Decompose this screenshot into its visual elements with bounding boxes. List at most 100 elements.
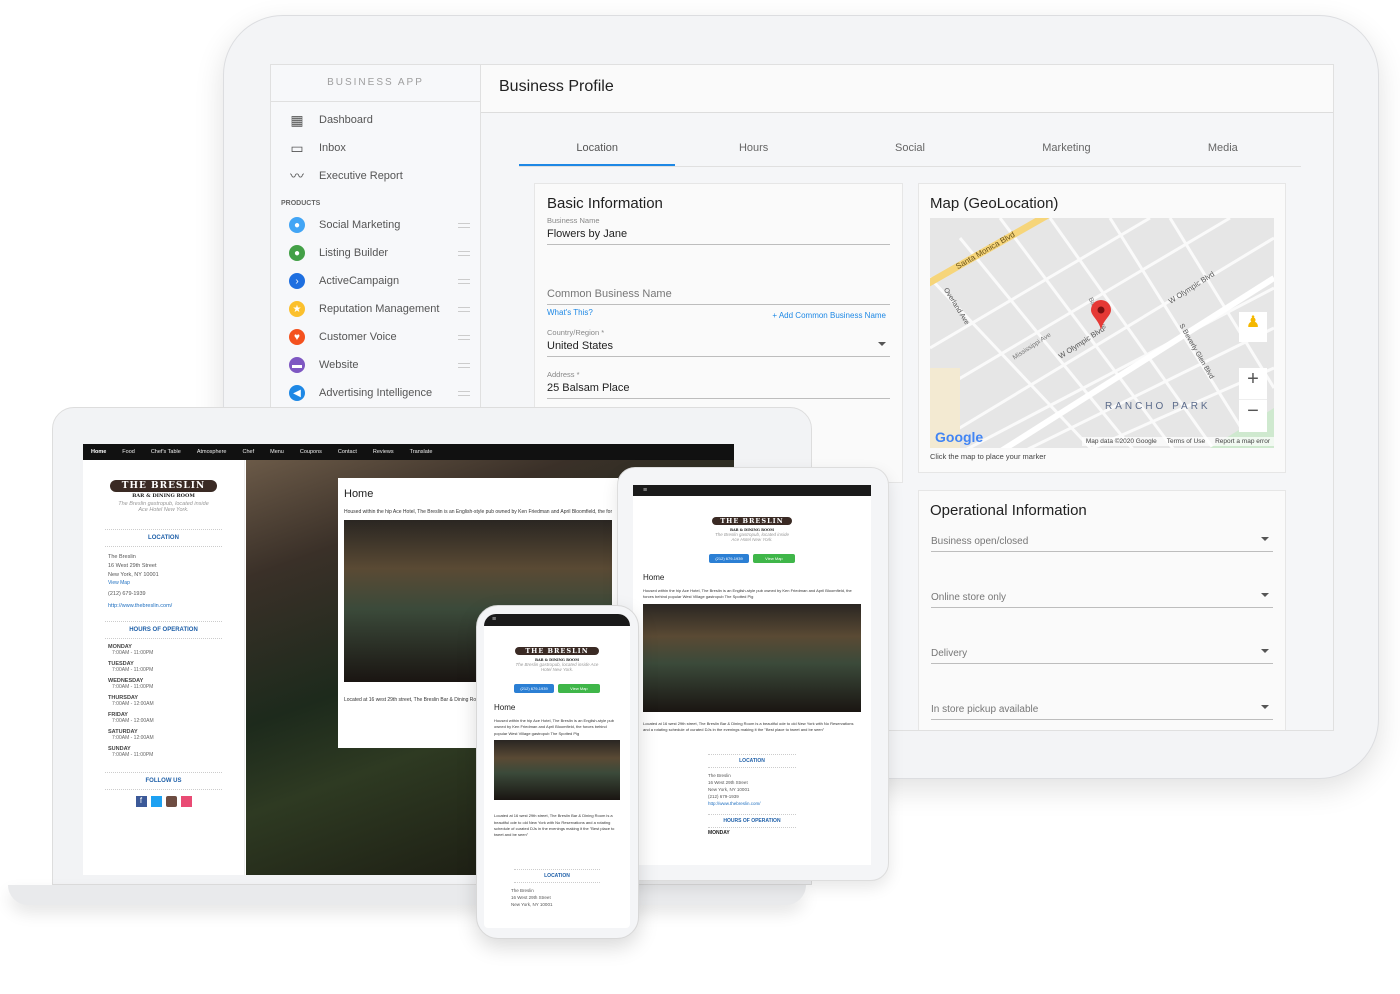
site-nav-item[interactable]: Food <box>114 449 143 455</box>
site-nav-item[interactable]: Menu <box>262 449 292 455</box>
business-name-field[interactable]: Business Name Flowers by Jane <box>547 216 890 245</box>
sidebar-item-social-marketing[interactable]: ● Social Marketing <box>271 211 480 239</box>
drag-handle-icon[interactable] <box>458 250 470 256</box>
sidebar-item-customer-voice[interactable]: ♥ Customer Voice <box>271 323 480 351</box>
view-map-button[interactable]: View Map <box>558 684 600 693</box>
sidebar-item-label: Social Marketing <box>319 219 401 231</box>
site-sidebar: THE BRESLIN BAR & DINING ROOM The Bresli… <box>83 460 245 875</box>
sidebar-item-advertising-intelligence[interactable]: ◀ Advertising Intelligence <box>271 379 480 407</box>
operational-select[interactable]: In store pickup available <box>931 701 1273 720</box>
website-link[interactable]: http://www.thebreslin.com/ <box>708 800 796 807</box>
trend-icon: 〰 <box>290 168 304 184</box>
street-view-pegman-icon[interactable]: ♟ <box>1239 312 1267 342</box>
operational-select[interactable]: Online store only <box>931 589 1273 608</box>
website-link[interactable]: http://www.thebreslin.com/ <box>108 602 219 611</box>
sidebar-item-label: Inbox <box>319 142 346 154</box>
field-label: Address * <box>547 370 580 379</box>
site-nav-item[interactable]: Translate <box>402 449 441 455</box>
whats-this-link[interactable]: What's This? <box>547 308 593 320</box>
site-nav-item[interactable]: Contact <box>330 449 365 455</box>
map[interactable]: Santa Monica Blvd W Olympic Blvd W Olymp… <box>930 218 1274 448</box>
drag-handle-icon[interactable] <box>458 390 470 396</box>
select-placeholder: In store pickup available <box>931 704 1039 715</box>
operational-select[interactable]: Business open/closed <box>931 533 1273 552</box>
field-value: United States <box>547 340 614 352</box>
operational-select[interactable]: Delivery <box>931 645 1273 664</box>
tagline: The Breslin gastropub, located inside Ac… <box>515 662 599 672</box>
products-heading: PRODUCTS <box>281 200 321 207</box>
sidebar-item-label: ActiveCampaign <box>319 275 400 287</box>
location-pin-icon: ● <box>289 245 305 261</box>
sidebar-item-executive-report[interactable]: 〰 Executive Report <box>271 162 480 190</box>
sidebar-item-label: Listing Builder <box>319 247 389 259</box>
site-nav-item[interactable]: Reviews <box>365 449 402 455</box>
tab-hours[interactable]: Hours <box>675 135 831 166</box>
site-nav-item[interactable]: Home <box>83 449 114 455</box>
terms-link[interactable]: Terms of Use <box>1167 438 1205 445</box>
sidebar-item-listing-builder[interactable]: ● Listing Builder <box>271 239 480 267</box>
address-line: 16 West 29th Street <box>108 562 157 569</box>
foursquare-icon[interactable] <box>180 795 192 807</box>
site-nav-item[interactable]: Chef's Table <box>143 449 189 455</box>
drag-handle-icon[interactable] <box>458 278 470 284</box>
tab-location[interactable]: Location <box>519 135 676 166</box>
report-map-error-link[interactable]: Report a map error <box>1215 438 1270 445</box>
hamburger-menu-icon[interactable]: ≡ <box>633 485 871 496</box>
sidebar-item-inbox[interactable]: ▭ Inbox <box>271 134 480 162</box>
chat-bubble-icon: ● <box>289 217 305 233</box>
tab-marketing[interactable]: Marketing <box>988 135 1144 166</box>
site-nav-item[interactable]: Atmosphere <box>189 449 235 455</box>
call-button[interactable]: (212) 679-1939 <box>514 684 554 693</box>
site-nav-item[interactable]: Chef <box>234 449 262 455</box>
hours-value: 7:00AM - 11:00PM <box>112 649 154 656</box>
facebook-icon[interactable]: f <box>135 795 147 807</box>
view-map-link[interactable]: View Map <box>108 579 219 587</box>
sidebar-item-website[interactable]: ▬ Website <box>271 351 480 379</box>
field-value: Flowers by Jane <box>547 228 628 240</box>
view-map-button[interactable]: View Map <box>753 554 795 563</box>
add-common-name-link[interactable]: + Add Common Business Name <box>772 311 886 320</box>
field-placeholder: Common Business Name <box>547 288 672 300</box>
twitter-icon[interactable] <box>150 795 162 807</box>
intro-text: Housed within the hip Ace Hotel, The Bre… <box>643 588 852 600</box>
drag-handle-icon[interactable] <box>458 334 470 340</box>
body-text: Located at 16 west 29th street, The Bres… <box>643 720 854 733</box>
sidebar-item-label: Reputation Management <box>319 303 440 315</box>
google-logo: Google <box>935 429 984 445</box>
site-nav-item[interactable]: Coupons <box>292 449 330 455</box>
address-field[interactable]: Address * 25 Balsam Place <box>547 370 890 399</box>
tab-media[interactable]: Media <box>1145 135 1301 166</box>
dropdown-caret-icon <box>1261 537 1269 541</box>
sidebar-item-reputation-management[interactable]: ★ Reputation Management <box>271 295 480 323</box>
sidebar-item-dashboard[interactable]: ▦ Dashboard <box>271 106 480 134</box>
breslin-logo: THE BRESLIN <box>712 517 792 525</box>
card-title: Basic Information <box>547 195 663 212</box>
country-select[interactable]: Country/Region * United States <box>547 328 890 357</box>
zoom-out-button[interactable]: − <box>1239 400 1267 432</box>
select-placeholder: Online store only <box>931 592 1007 603</box>
field-label: Country/Region * <box>547 328 605 337</box>
page-title: Business Profile <box>481 65 1333 113</box>
chevron-right-icon: › <box>289 273 305 289</box>
drag-handle-icon[interactable] <box>458 306 470 312</box>
hours-value: 7:00AM - 11:00PM <box>112 666 154 673</box>
tagline: The Breslin gastropub, located inside Ac… <box>118 501 209 513</box>
home-heading: Home <box>344 488 374 500</box>
sidebar-item-label: Dashboard <box>319 114 373 126</box>
tab-social[interactable]: Social <box>832 135 988 166</box>
sidebar-item-activecampaign[interactable]: › ActiveCampaign <box>271 267 480 295</box>
intro-text: Housed within the hip Ace Hotel, The Bre… <box>494 718 614 736</box>
call-button[interactable]: (212) 679-1939 <box>709 554 749 563</box>
website-preview-mobile: ≡ THE BRESLIN BAR & DINING ROOM The Bres… <box>484 614 630 928</box>
zoom-in-button[interactable]: + <box>1239 368 1267 400</box>
location-heading: LOCATION <box>514 868 600 883</box>
drag-handle-icon[interactable] <box>458 362 470 368</box>
heart-icon: ♥ <box>289 329 305 345</box>
map-marker-icon[interactable] <box>1091 300 1111 330</box>
hamburger-menu-icon[interactable]: ≡ <box>484 614 630 626</box>
hours-heading: HOURS OF OPERATION <box>708 813 796 828</box>
instagram-icon[interactable] <box>165 795 177 807</box>
drag-handle-icon[interactable] <box>458 222 470 228</box>
common-business-name-field[interactable]: Common Business Name <box>547 285 890 305</box>
hours-value: 7:00AM - 11:00PM <box>112 683 154 690</box>
